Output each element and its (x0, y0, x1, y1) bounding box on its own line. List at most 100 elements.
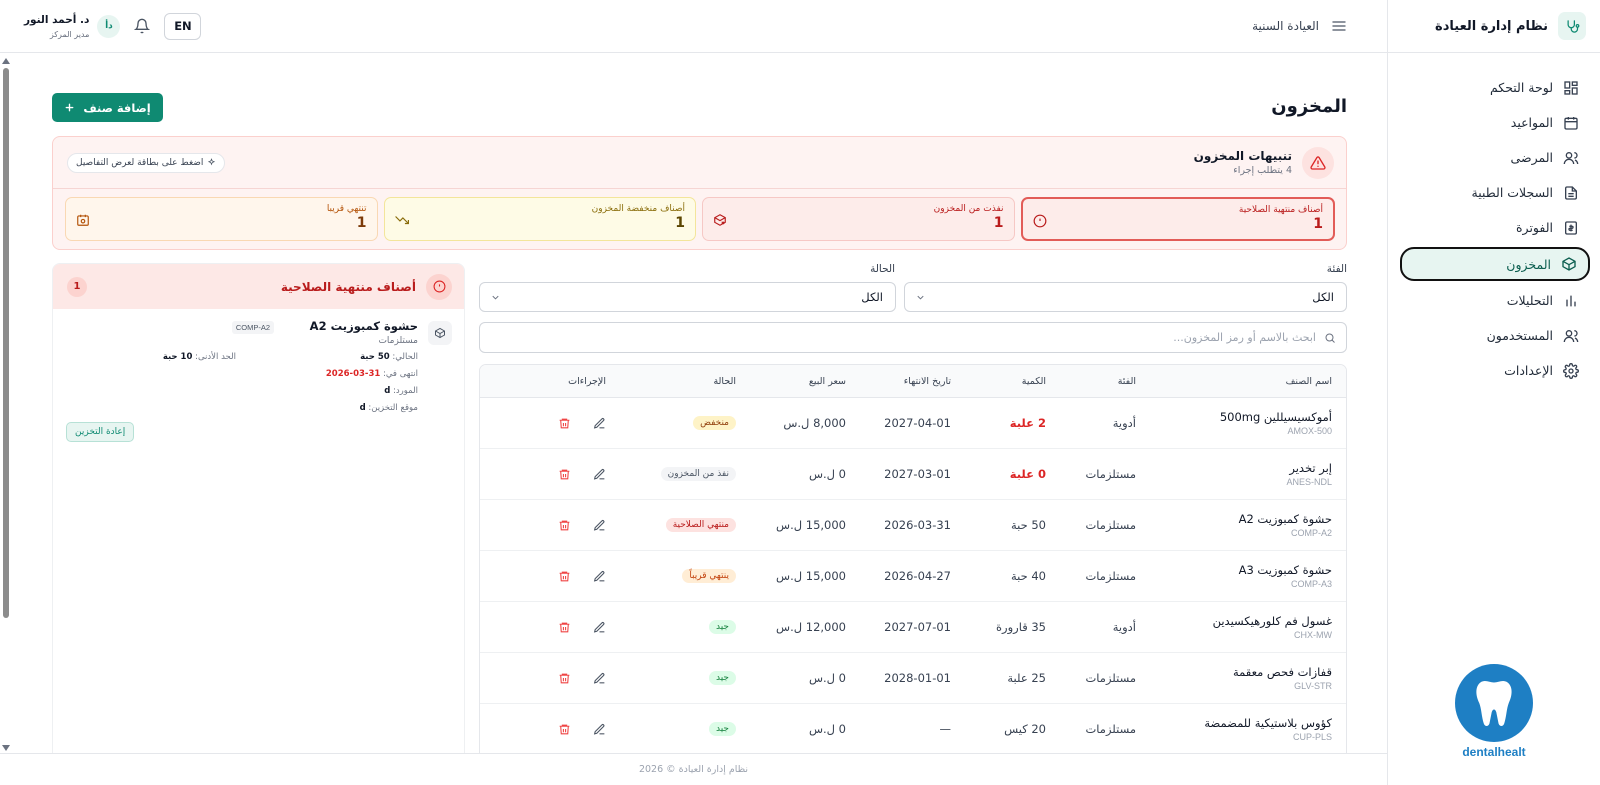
edit-icon[interactable] (593, 723, 606, 736)
top-header: العيادة السنية EN دأ د. أحمد النور مدير … (0, 0, 1387, 53)
table-row[interactable]: أموكسيسيللين 500mg AMOX-500 أدوية 2 علبة … (480, 398, 1346, 449)
panel-title: أصناف منتهية الصلاحية (280, 279, 416, 294)
sidebar-item-medical-records[interactable]: السجلات الطبية (1400, 177, 1590, 208)
item-code: COMP-A2 (1290, 528, 1332, 538)
table-row[interactable]: قفازات فحص معقمة GLV-STR مستلزمات 25 علبة… (480, 653, 1346, 704)
item-name: غسول فم كلورهيكسيدين (1212, 614, 1332, 628)
item-quantity: 40 حبة (1010, 569, 1046, 583)
alert-card-low-stock[interactable]: أصناف منخفضة المخزون 1 (383, 197, 696, 241)
search-input[interactable]: ابحث بالاسم أو رمز المخزون... (479, 322, 1347, 353)
item-quantity: 0 علبة (1009, 467, 1046, 481)
header-name[interactable]: اسم الصنف (1112, 365, 1332, 397)
trash-icon[interactable] (558, 417, 571, 430)
table-row[interactable]: إبر تخدير ANES-NDL مستلزمات 0 علبة 2027-0… (480, 449, 1346, 500)
sidebar-nav: لوحة التحكم المواعيد المرضى السجلات الطب… (1388, 53, 1600, 386)
item-expiry: 2026-04-27 (884, 569, 951, 583)
plus-icon (64, 102, 75, 113)
table-row[interactable]: حشوة كمبوزيت A2 COMP-A2 مستلزمات 50 حبة 2… (480, 500, 1346, 551)
table-row[interactable]: كؤوس بلاستيكية للمضمضة CUP-PLS مستلزمات 2… (480, 704, 1346, 753)
inventory-table: اسم الصنف الفئة الكمية تاريخ الانتهاء سع… (479, 364, 1347, 753)
users-icon (1563, 328, 1579, 344)
users-icon (1563, 150, 1579, 166)
alert-circle-icon (1033, 214, 1047, 228)
edit-icon[interactable] (593, 519, 606, 532)
item-code: GLV-STR (1294, 681, 1332, 691)
item-code: CHX-MW (1294, 630, 1332, 640)
scroll-thumb[interactable] (3, 68, 9, 618)
trash-icon[interactable] (558, 519, 571, 532)
add-item-button[interactable]: إضافة صنف (52, 93, 163, 122)
table-row[interactable]: غسول فم كلورهيكسيدين CHX-MW أدوية 35 قارو… (480, 602, 1346, 653)
menu-icon[interactable] (1331, 18, 1347, 34)
trash-icon[interactable] (558, 468, 571, 481)
alerts-hint-text: اضغط على بطاقة لعرض التفاصيل (76, 157, 204, 168)
sidebar-item-settings[interactable]: الإعدادات (1400, 355, 1590, 386)
sparkle-icon (207, 158, 216, 167)
bell-icon[interactable] (134, 18, 151, 34)
sidebar-item-analytics[interactable]: التحليلات (1400, 285, 1590, 316)
trash-icon[interactable] (558, 570, 571, 583)
language-toggle-button[interactable]: EN (164, 12, 202, 40)
edit-icon[interactable] (593, 621, 606, 634)
edit-icon[interactable] (593, 468, 606, 481)
clinic-name: العيادة السنية (1252, 19, 1319, 33)
page-scrollbar[interactable] (0, 53, 12, 753)
sidebar-item-label: السجلات الطبية (1471, 185, 1553, 200)
avatar: دأ (97, 14, 121, 38)
location-value: d (359, 403, 366, 413)
category-select[interactable]: الكل (904, 282, 1347, 312)
category-filter-label: الفئة (1326, 263, 1347, 275)
sidebar-item-appointments[interactable]: المواعيد (1400, 107, 1590, 138)
gear-icon (1563, 362, 1579, 379)
alert-card-out-of-stock[interactable]: نفذت من المخزون 1 (702, 197, 1015, 241)
header-right: العيادة السنية (1252, 18, 1347, 34)
sidebar-item-label: لوحة التحكم (1489, 80, 1553, 95)
scroll-down-arrow[interactable] (2, 745, 10, 751)
item-code: COMP-A3 (1290, 579, 1332, 589)
chevron-down-icon (490, 292, 501, 303)
sidebar-item-label: المواعيد (1510, 115, 1553, 130)
item-code: CUP-PLS (1292, 732, 1332, 742)
user-menu[interactable]: دأ د. أحمد النور مدير المركز (24, 14, 121, 39)
item-code: AMOX-500 (1287, 426, 1332, 436)
status-select[interactable]: الكل (479, 282, 896, 312)
expired-items-panel: أصناف منتهية الصلاحية 1 حشوة كمبوزيت A2 … (52, 263, 465, 753)
edit-icon[interactable] (593, 672, 606, 685)
alert-card-expired[interactable]: أصناف منتهية الصلاحية 1 (1020, 197, 1335, 241)
sidebar-item-patients[interactable]: المرضى (1400, 142, 1590, 173)
search-placeholder: ابحث بالاسم أو رمز المخزون... (1173, 331, 1316, 344)
table-row[interactable]: حشوة كمبوزيت A3 COMP-A3 مستلزمات 40 حبة 2… (480, 551, 1346, 602)
edit-icon[interactable] (593, 417, 606, 430)
header-expiry[interactable]: تاريخ الانتهاء (841, 365, 951, 397)
calendar-clock-icon (76, 213, 90, 227)
current-label: الحالي: (392, 352, 418, 362)
alert-card-label: تنتهي قريبا (326, 204, 367, 214)
item-price: 15,000 ل.س (776, 569, 846, 583)
status-badge: جيد (708, 722, 736, 736)
alert-card-value: 1 (1313, 216, 1323, 232)
edit-icon[interactable] (593, 570, 606, 583)
list-item[interactable]: حشوة كمبوزيت A2 COMP-A2 مستلزمات الحالي:… (53, 309, 464, 442)
sidebar-item-label: التحليلات (1506, 293, 1553, 308)
trash-icon[interactable] (558, 672, 571, 685)
package-icon (428, 321, 452, 345)
trash-icon[interactable] (558, 723, 571, 736)
trash-icon[interactable] (558, 621, 571, 634)
header-price[interactable]: سعر البيع (726, 365, 846, 397)
sidebar-item-users[interactable]: المستخدمون (1400, 320, 1590, 351)
sidebar-item-dashboard[interactable]: لوحة التحكم (1400, 72, 1590, 103)
scroll-up-arrow[interactable] (2, 58, 10, 64)
file-icon (1563, 185, 1579, 201)
calendar-icon (1563, 115, 1579, 131)
expired-label: انتهى في: (382, 369, 418, 379)
sidebar-item-billing[interactable]: الفوترة (1400, 212, 1590, 243)
header-status[interactable]: الحالة (626, 365, 736, 397)
add-item-label: إضافة صنف (83, 100, 151, 115)
alert-card-expiring-soon[interactable]: تنتهي قريبا 1 (65, 197, 378, 241)
alerts-hint: اضغط على بطاقة لعرض التفاصيل (67, 152, 226, 173)
panel-count-badge: 1 (67, 276, 87, 297)
header-quantity[interactable]: الكمية (936, 365, 1046, 397)
restock-button[interactable]: إعادة التخزين (66, 422, 135, 442)
item-expiry: 2027-04-01 (884, 416, 951, 430)
sidebar-item-inventory[interactable]: المخزون (1400, 247, 1590, 281)
